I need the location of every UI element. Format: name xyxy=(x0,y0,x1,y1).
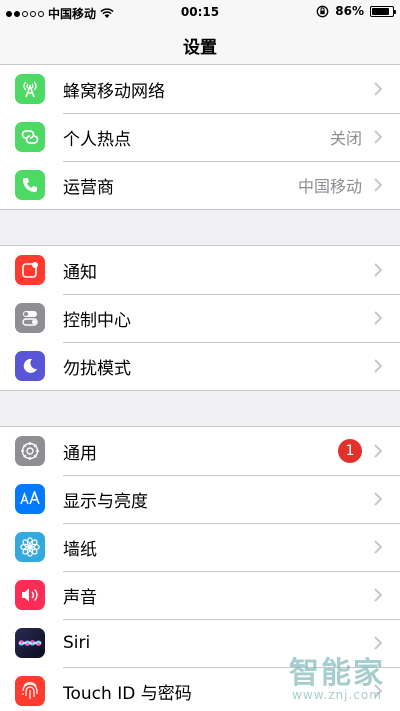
rotation-lock-icon xyxy=(316,5,329,17)
settings-row-label: 通知 xyxy=(63,262,97,283)
update-count-badge: 1 xyxy=(338,439,362,463)
settings-row-cellular[interactable]: 蜂窝移动网络 xyxy=(0,65,400,113)
chevron-right-icon xyxy=(374,263,383,277)
chevron-right-icon xyxy=(374,492,383,506)
settings-row-label: 通用 xyxy=(63,443,97,464)
page-title: 设置 xyxy=(183,38,217,58)
settings-row-carrier[interactable]: 运营商 中国移动 xyxy=(0,161,400,209)
chevron-right-icon xyxy=(374,130,383,144)
moon-icon xyxy=(15,351,45,381)
nav-bar: 设置 xyxy=(0,24,400,68)
watermark: 智能家 www.znj.com xyxy=(282,648,392,702)
settings-row-label: 勿扰模式 xyxy=(63,358,131,379)
display-icon xyxy=(15,484,45,514)
settings-row-label: 个人热点 xyxy=(63,129,131,150)
chevron-right-icon xyxy=(374,311,383,325)
settings-row-control-center[interactable]: 控制中心 xyxy=(0,294,400,342)
settings-row-do-not-disturb[interactable]: 勿扰模式 xyxy=(0,342,400,390)
settings-row-label: 显示与亮度 xyxy=(63,491,148,512)
cellular-icon xyxy=(15,74,45,104)
hotspot-icon xyxy=(15,122,45,152)
battery-percent: 86% xyxy=(335,4,364,18)
settings-row-label: Touch ID 与密码 xyxy=(63,683,192,704)
watermark-brand: 智能家 xyxy=(289,656,385,691)
battery-level xyxy=(372,7,390,15)
settings-row-label: Siri xyxy=(63,633,91,653)
settings-row-label: 声音 xyxy=(63,587,97,608)
chevron-right-icon xyxy=(374,359,383,373)
chevron-right-icon xyxy=(374,178,383,192)
settings-group-notifications: 通知 控制中心 勿扰模式 xyxy=(0,245,400,391)
settings-group-network: 蜂窝移动网络 个人热点 关闭 运营商 中国移动 xyxy=(0,64,400,210)
wallpaper-icon xyxy=(15,532,45,562)
phone-icon xyxy=(15,170,45,200)
battery-icon xyxy=(370,5,396,17)
settings-row-wallpaper[interactable]: 墙纸 xyxy=(0,523,400,571)
settings-row-notifications[interactable]: 通知 xyxy=(0,246,400,294)
settings-row-display[interactable]: 显示与亮度 xyxy=(0,475,400,523)
sound-icon xyxy=(15,580,45,610)
control-center-icon xyxy=(15,303,45,333)
settings-row-sounds[interactable]: 声音 xyxy=(0,571,400,619)
settings-row-label: 墙纸 xyxy=(63,539,97,560)
chevron-right-icon xyxy=(374,588,383,602)
settings-row-hotspot[interactable]: 个人热点 关闭 xyxy=(0,113,400,161)
settings-row-value: 中国移动 xyxy=(297,177,362,196)
chevron-right-icon xyxy=(374,444,383,458)
settings-row-general[interactable]: 通用 1 xyxy=(0,427,400,475)
fingerprint-icon xyxy=(15,676,45,706)
chevron-right-icon xyxy=(374,540,383,554)
settings-row-label: 控制中心 xyxy=(63,310,131,331)
siri-icon xyxy=(15,628,45,658)
settings-row-label: 蜂窝移动网络 xyxy=(63,81,165,102)
settings-row-value: 关闭 xyxy=(329,129,362,148)
watermark-url: www.znj.com xyxy=(292,688,382,702)
notifications-icon xyxy=(15,255,45,285)
status-right: 86% xyxy=(316,4,396,18)
gear-icon xyxy=(15,436,45,466)
settings-row-label: 运营商 xyxy=(63,177,114,198)
chevron-right-icon xyxy=(374,82,383,96)
status-bar: 中国移动 00:15 86% xyxy=(0,0,400,24)
